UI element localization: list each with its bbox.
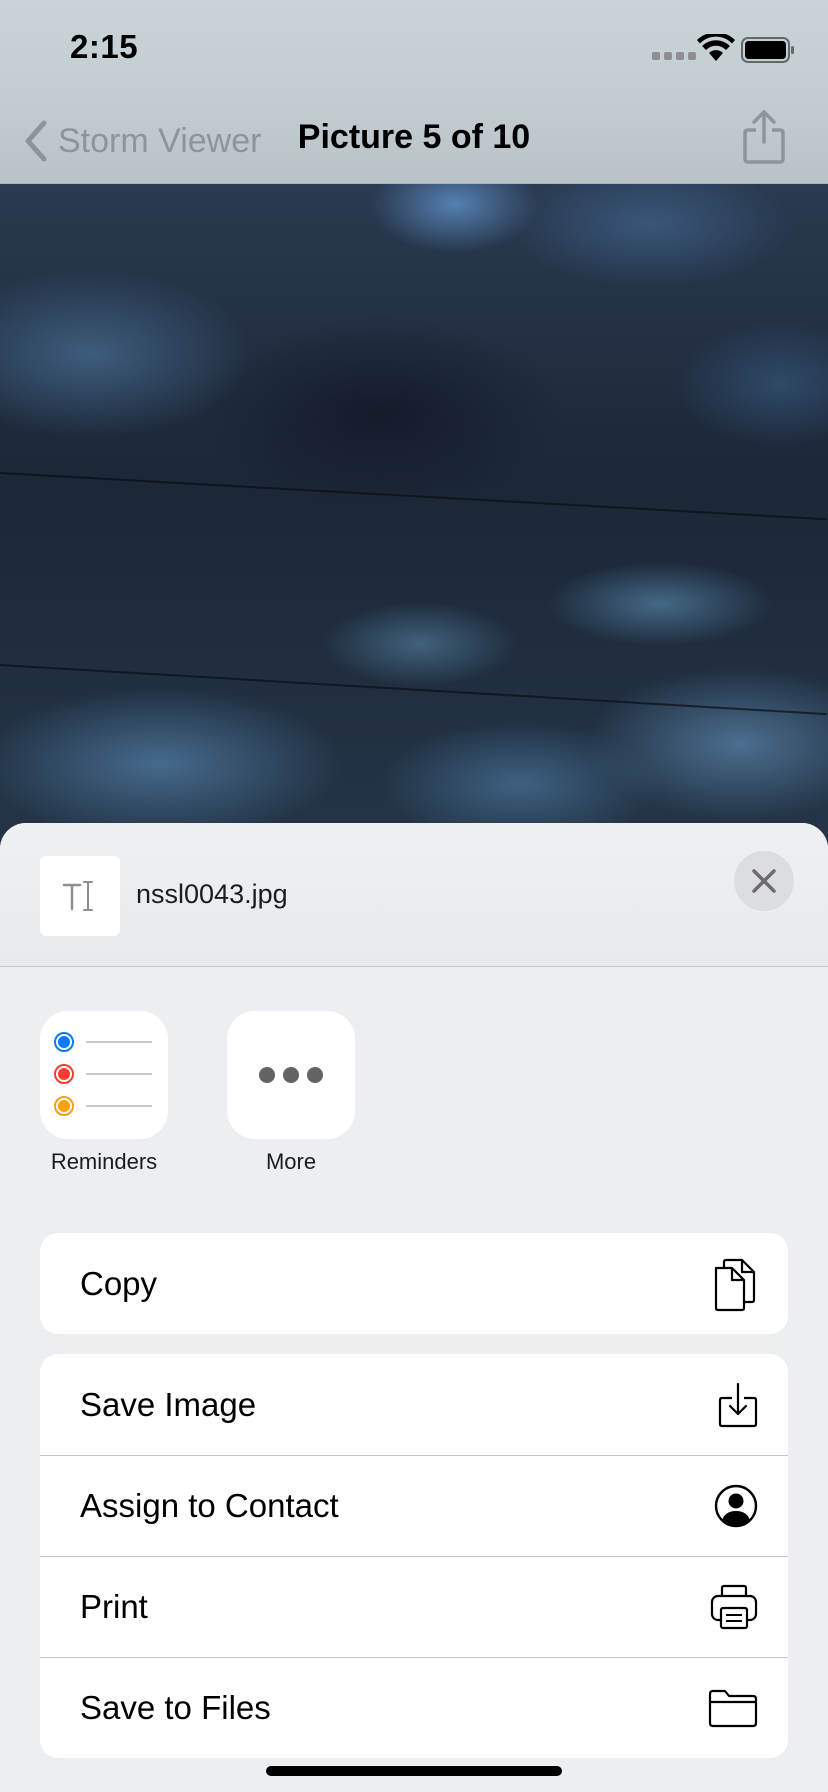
print-icon: [710, 1584, 758, 1630]
file-name: nssl0043.jpg: [136, 879, 288, 909]
navigation-bar: 2:15 Storm Viewer Picture 5 of 10: [0, 0, 828, 184]
status-time: 2:15: [70, 28, 139, 65]
storm-photo: [0, 184, 828, 844]
folder-icon: [708, 1689, 758, 1728]
action-label: Save Image: [80, 1385, 257, 1423]
action-label: Save to Files: [80, 1689, 271, 1726]
close-icon: [752, 869, 776, 893]
save-image-action[interactable]: Save Image: [40, 1354, 788, 1455]
close-button[interactable]: [734, 851, 794, 911]
file-thumbnail: [40, 856, 120, 936]
share-sheet-header: nssl0043.jpg: [0, 823, 828, 967]
assign-to-contact-action[interactable]: Assign to Contact: [40, 1455, 788, 1556]
action-label: Assign to Contact: [80, 1487, 339, 1524]
copy-icon: [714, 1258, 756, 1311]
copy-action[interactable]: Copy: [40, 1233, 788, 1334]
action-label: Print: [80, 1588, 148, 1625]
share-sheet: nssl0043.jpg Reminders More Copy Save Im…: [0, 823, 828, 1792]
app-item-more[interactable]: More: [211, 1011, 371, 1175]
save-to-files-action[interactable]: Save to Files: [40, 1657, 788, 1758]
save-image-icon: [718, 1382, 758, 1427]
page-title: Picture 5 of 10: [297, 118, 531, 156]
app-row: Reminders More: [0, 1011, 828, 1191]
reminders-icon: [40, 1011, 168, 1139]
photo-wire: [0, 472, 827, 521]
wifi-icon: [697, 34, 735, 61]
app-label: Reminders: [50, 1149, 158, 1174]
action-label: Copy: [80, 1264, 158, 1302]
app-label: More: [265, 1149, 317, 1174]
action-group-secondary: Save Image Assign to Contact Print Save …: [40, 1354, 788, 1758]
contact-icon: [714, 1484, 758, 1528]
battery-icon: [741, 37, 794, 63]
text-document-icon: [62, 881, 93, 911]
more-icon: [227, 1011, 355, 1139]
print-action[interactable]: Print: [40, 1556, 788, 1657]
cellular-signal-icon: [652, 52, 696, 60]
photo-wire: [0, 664, 827, 716]
home-indicator[interactable]: [266, 1766, 562, 1776]
share-icon[interactable]: [742, 108, 786, 164]
action-group-primary: Copy: [40, 1233, 788, 1334]
app-item-reminders[interactable]: Reminders: [24, 1011, 184, 1175]
